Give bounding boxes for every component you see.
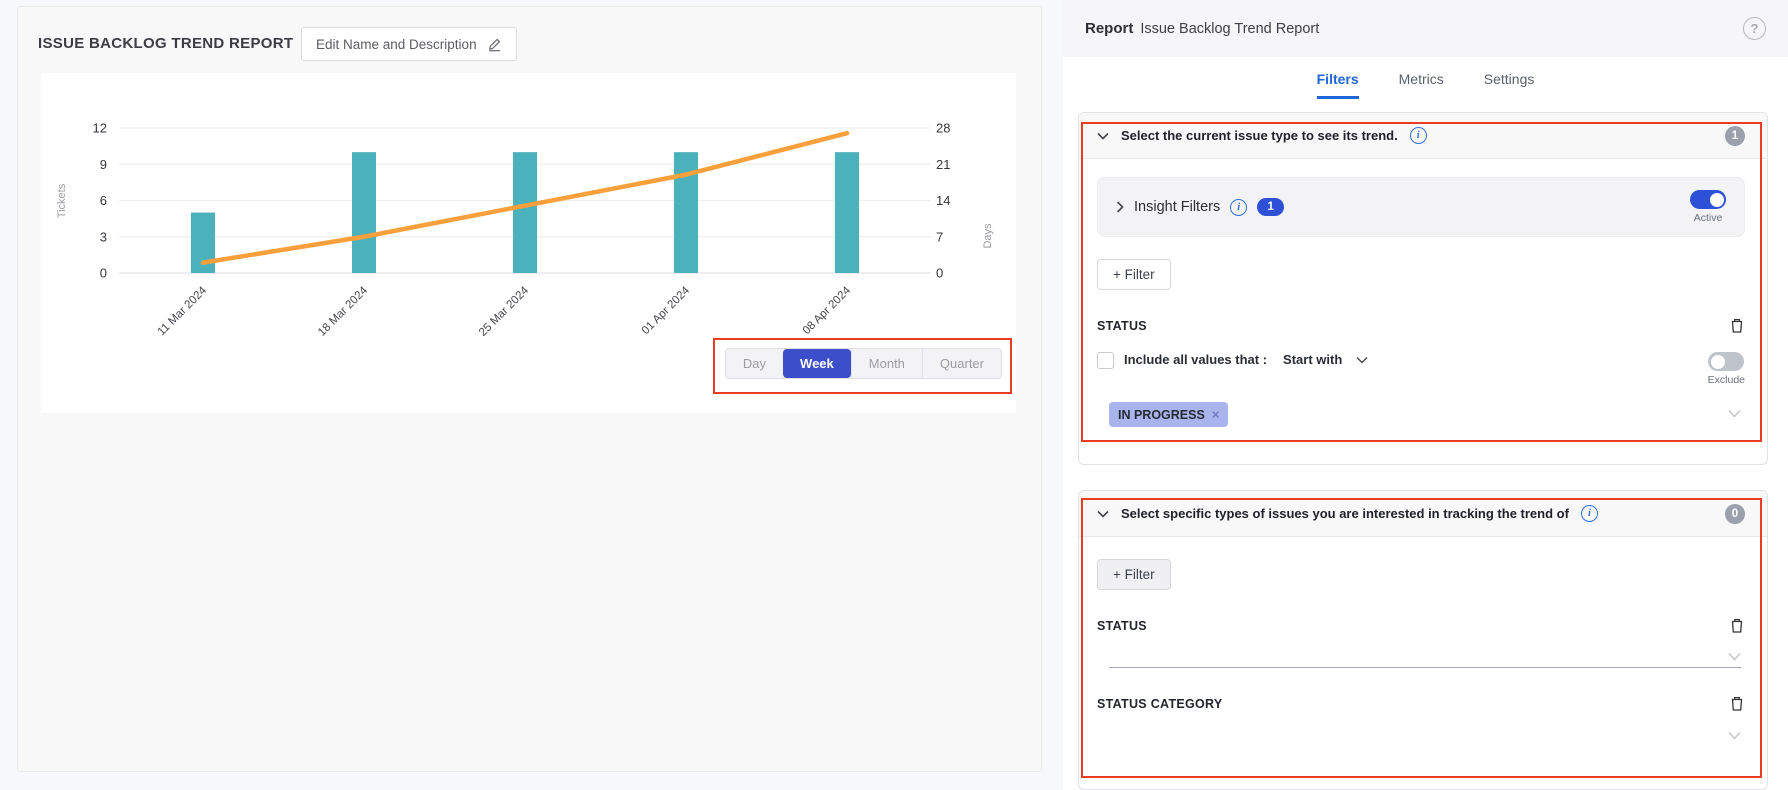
add-filter-button[interactable]: + Filter xyxy=(1097,259,1171,290)
info-icon[interactable]: i xyxy=(1410,127,1427,144)
trend-chart: 0 3 6 9 12 0 7 14 21 28 Tickets Days 11 Mar 2024 18 M… xyxy=(41,73,1016,413)
edit-name-description-button[interactable]: Edit Name and Description xyxy=(301,27,517,61)
info-icon[interactable]: i xyxy=(1581,505,1598,522)
pencil-icon xyxy=(487,37,502,52)
chevron-right-icon xyxy=(1116,201,1124,213)
section1-count-badge: 1 xyxy=(1725,126,1745,146)
chevron-down-icon[interactable] xyxy=(1728,409,1741,418)
section1-header[interactable]: Select the current issue type to see its… xyxy=(1079,113,1767,159)
report-preview-card: ISSUE BACKLOG TREND REPORT Edit Name and… xyxy=(17,6,1042,772)
chevron-down-icon xyxy=(1097,510,1109,518)
status-field-label: STATUS xyxy=(1097,319,1147,333)
active-toggle-caption: Active xyxy=(1694,212,1723,224)
status-category-field-row: STATUS CATEGORY xyxy=(1097,695,1745,712)
svg-text:01 Apr 2024: 01 Apr 2024 xyxy=(640,284,693,337)
svg-text:25 Mar 2024: 25 Mar 2024 xyxy=(477,284,532,339)
filter-section-current-issue-type: Select the current issue type to see its… xyxy=(1078,112,1768,465)
include-all-values-label: Include all values that : xyxy=(1124,352,1267,367)
svg-text:0: 0 xyxy=(100,266,107,281)
svg-text:Tickets: Tickets xyxy=(56,183,68,218)
tab-filters[interactable]: Filters xyxy=(1317,71,1359,99)
svg-text:14: 14 xyxy=(936,193,950,208)
svg-text:08 Apr 2024: 08 Apr 2024 xyxy=(801,284,854,337)
granularity-toggle-group: Day Week Month Quarter xyxy=(725,348,1002,379)
granularity-quarter-button[interactable]: Quarter xyxy=(922,349,1001,378)
svg-text:3: 3 xyxy=(100,229,107,244)
svg-text:12: 12 xyxy=(93,121,107,136)
help-icon[interactable]: ? xyxy=(1743,17,1766,40)
status-category-field-label: STATUS CATEGORY xyxy=(1097,697,1223,711)
panel-header: Report Issue Backlog Trend Report ? xyxy=(1063,0,1788,57)
trash-icon[interactable] xyxy=(1729,617,1745,634)
status-field-label: STATUS xyxy=(1097,619,1147,633)
panel-header-title: Issue Backlog Trend Report xyxy=(1140,21,1319,37)
status-field-row: STATUS xyxy=(1097,317,1745,334)
svg-text:11 Mar 2024: 11 Mar 2024 xyxy=(156,284,210,338)
tab-metrics[interactable]: Metrics xyxy=(1399,71,1444,99)
status-field-row: STATUS xyxy=(1097,617,1745,634)
panel-tabs: Filters Metrics Settings xyxy=(1063,71,1788,99)
include-values-row: Include all values that : Start with Exc… xyxy=(1097,352,1745,386)
info-icon[interactable]: i xyxy=(1230,199,1247,216)
svg-text:Days: Days xyxy=(982,223,994,249)
section2-title: Select specific types of issues you are … xyxy=(1121,506,1569,521)
exclude-toggle-caption: Exclude xyxy=(1708,374,1745,386)
report-config-panel: Report Issue Backlog Trend Report ? Filt… xyxy=(1063,0,1788,790)
svg-text:9: 9 xyxy=(100,157,107,172)
section2-header[interactable]: Select specific types of issues you are … xyxy=(1079,491,1767,537)
chip-label: IN PROGRESS xyxy=(1118,408,1205,422)
svg-text:7: 7 xyxy=(936,229,943,244)
add-filter-button[interactable]: + Filter xyxy=(1097,559,1171,590)
chevron-down-icon xyxy=(1356,356,1368,364)
svg-text:18 Mar 2024: 18 Mar 2024 xyxy=(316,284,371,339)
chip-close-icon[interactable]: × xyxy=(1212,407,1220,422)
panel-header-label: Report xyxy=(1085,20,1133,37)
trash-icon[interactable] xyxy=(1729,695,1745,712)
svg-text:0: 0 xyxy=(936,266,943,281)
granularity-week-button[interactable]: Week xyxy=(783,349,851,378)
chevron-down-icon xyxy=(1728,652,1741,661)
granularity-day-button[interactable]: Day xyxy=(726,349,783,378)
edit-button-label: Edit Name and Description xyxy=(316,37,477,52)
status-category-values-select[interactable] xyxy=(1109,712,1741,746)
section1-title: Select the current issue type to see its… xyxy=(1121,128,1398,143)
svg-text:21: 21 xyxy=(936,157,950,172)
svg-text:28: 28 xyxy=(936,121,950,136)
status-values-select[interactable] xyxy=(1109,634,1741,668)
granularity-month-button[interactable]: Month xyxy=(851,349,922,378)
insight-filters-label: Insight Filters xyxy=(1134,199,1220,215)
exclude-toggle[interactable] xyxy=(1708,352,1744,371)
trash-icon[interactable] xyxy=(1729,317,1745,334)
section2-count-badge: 0 xyxy=(1725,504,1745,524)
status-values-select[interactable]: IN PROGRESS × xyxy=(1109,402,1741,441)
report-title: ISSUE BACKLOG TREND REPORT xyxy=(38,35,293,52)
insight-filters-panel[interactable]: Insight Filters i 1 Active xyxy=(1097,177,1745,237)
chevron-down-icon xyxy=(1728,731,1741,740)
filter-section-specific-issue-types: Select specific types of issues you are … xyxy=(1078,490,1768,790)
chevron-down-icon xyxy=(1097,132,1109,140)
tab-settings[interactable]: Settings xyxy=(1484,71,1535,99)
include-all-values-checkbox[interactable] xyxy=(1097,352,1114,369)
active-toggle[interactable] xyxy=(1690,190,1726,209)
status-value-chip[interactable]: IN PROGRESS × xyxy=(1109,402,1228,427)
operator-dropdown[interactable]: Start with xyxy=(1283,352,1368,367)
svg-text:6: 6 xyxy=(100,193,107,208)
operator-value: Start with xyxy=(1283,352,1342,367)
insight-filters-count-badge: 1 xyxy=(1257,198,1284,216)
